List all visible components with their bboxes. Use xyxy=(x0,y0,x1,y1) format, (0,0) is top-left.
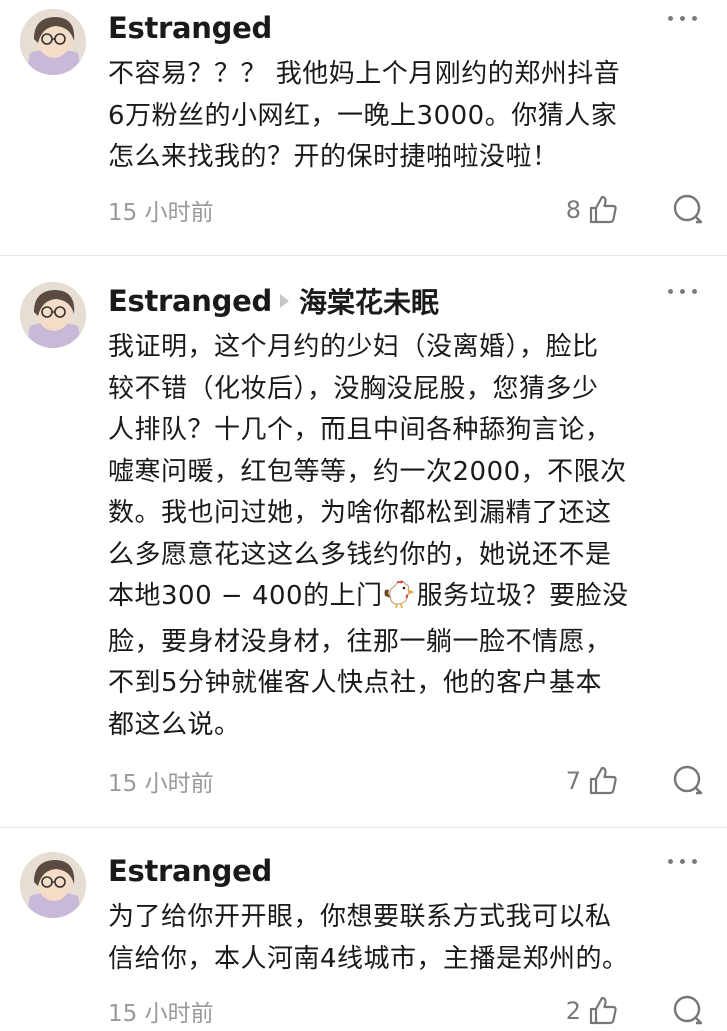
comment-bubble-icon[interactable] xyxy=(671,993,705,1027)
username[interactable]: Estranged xyxy=(108,284,272,318)
like-count: 8 xyxy=(565,196,581,224)
rooster-emoji xyxy=(383,578,417,622)
comment-text: 不容易？？？ 我他妈上个月刚约的郑州抖音 6万粉丝的小网红，一晚上3000。你猜… xyxy=(108,59,621,172)
reply-to-username[interactable]: 海棠花未眠 xyxy=(299,281,439,321)
avatar-image xyxy=(20,282,86,348)
username[interactable]: Estranged xyxy=(108,854,272,888)
comment-footer: 15 小时前 8 xyxy=(108,190,705,230)
more-dots-icon[interactable] xyxy=(668,16,697,21)
comment-footer: 15 小时前 7 xyxy=(108,761,705,801)
avatar-image xyxy=(20,9,86,75)
comment-header: Estranged 海棠花未眠 xyxy=(108,281,697,321)
comment-item: Estranged 为了给你开开眼，你想要联系方式我可以私 信给你，本人河南4线… xyxy=(0,827,727,1027)
avatar[interactable] xyxy=(20,852,86,918)
username[interactable]: Estranged xyxy=(108,11,272,45)
like-count: 2 xyxy=(565,997,581,1025)
comment-footer: 15 小时前 2 xyxy=(108,991,705,1031)
comment-bubble-icon[interactable] xyxy=(671,192,705,226)
like-count: 7 xyxy=(565,767,581,795)
comment-header: Estranged xyxy=(108,851,697,891)
more-dots-icon[interactable] xyxy=(668,289,697,294)
avatar[interactable] xyxy=(20,9,86,75)
comment-header: Estranged xyxy=(108,8,697,48)
like-button[interactable]: 7 xyxy=(566,765,619,797)
more-dots-icon[interactable] xyxy=(668,859,697,864)
timestamp: 15 小时前 xyxy=(108,200,214,226)
timestamp: 15 小时前 xyxy=(108,771,214,797)
comment-text: 我证明，这个月约的少妇（没离婚），脸比 较不错（化妆后），没胸没屁股，您猜多少 … xyxy=(108,327,708,746)
like-button[interactable]: 8 xyxy=(566,194,619,226)
thumbs-up-icon xyxy=(587,765,619,797)
comment-item: Estranged 海棠花未眠 我证明，这个月约的少妇（没离婚），脸比 较不错（… xyxy=(0,255,727,828)
avatar-image xyxy=(20,852,86,918)
thumbs-up-icon xyxy=(587,194,619,226)
comment-bubble-icon[interactable] xyxy=(671,763,705,797)
like-button[interactable]: 2 xyxy=(566,995,619,1027)
comment-item: Estranged 不容易？？？ 我他妈上个月刚约的郑州抖音 6万粉丝的小网红，… xyxy=(0,0,727,256)
comment-text: 为了给你开开眼，你想要联系方式我可以私 信给你，本人河南4线城市，主播是郑州的。 xyxy=(108,902,629,974)
reply-arrow-icon xyxy=(279,294,289,308)
comment-text-part1: 我证明，这个月约的少妇（没离婚），脸比 较不错（化妆后），没胸没屁股，您猜多少 … xyxy=(108,332,627,611)
avatar[interactable] xyxy=(20,282,86,348)
thumbs-up-icon xyxy=(587,995,619,1027)
timestamp: 15 小时前 xyxy=(108,1001,214,1027)
